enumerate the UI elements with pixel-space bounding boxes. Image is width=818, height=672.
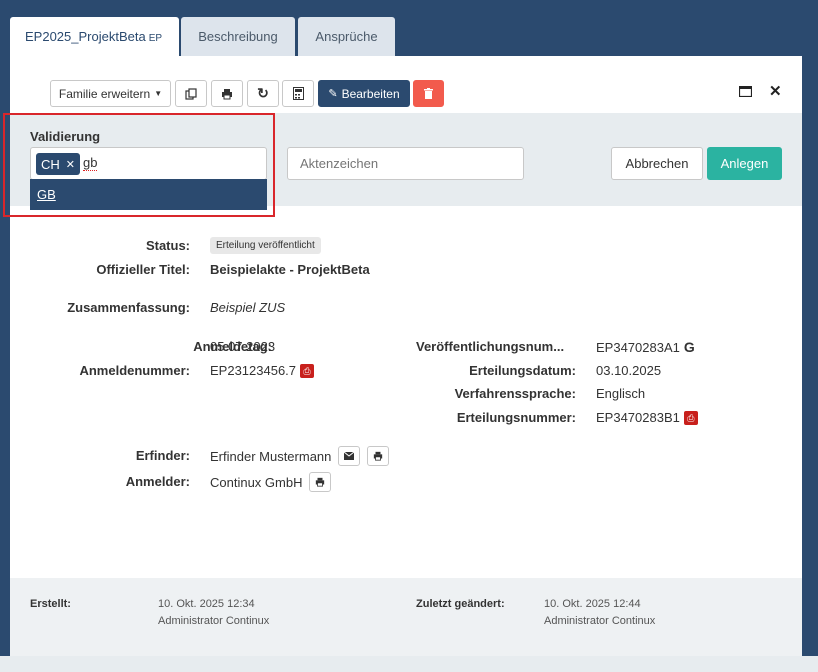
print-icon [374,451,383,461]
created-date: 10. Okt. 2025 12:34 [158,598,255,610]
grant-number-label: Erteilungsnummer: [456,410,576,425]
summary-value: Beispiel ZUS [210,300,286,315]
inventor-wrap: Erfinder Mustermann [210,446,390,466]
language-label: Verfahrenssprache: [454,386,576,401]
created-by: Administrator Continux [158,615,270,627]
print-icon [222,88,232,99]
print-icon [316,477,325,487]
filing-date-value: 05.07.2023 [210,339,276,354]
maximize-icon[interactable] [738,84,753,100]
copy-button[interactable] [175,80,207,107]
inventor-label: Erfinder: [135,448,190,463]
caret-down-icon: ▼ [154,89,163,98]
grant-date-label: Erteilungsdatum: [469,363,576,378]
modified-by: Administrator Continux [544,615,656,627]
grant-number-wrap: EP3470283B1 ⎙ [596,410,698,425]
envelope-icon [344,452,355,460]
pub-number-wrap: EP3470283A1 G [596,339,695,355]
calculator-icon [292,87,304,100]
edit-button[interactable]: ✎ Bearbeiten [318,80,410,107]
print-button[interactable] [211,80,243,107]
edit-icon: ✎ [328,88,338,100]
tab-ansprueche-label: Ansprüche [315,29,378,44]
tab-beschreibung-label: Beschreibung [198,29,278,44]
status-label: Status: [145,238,190,253]
modified-date: 10. Okt. 2025 12:44 [544,598,641,610]
app-number-value: EP23123456.7 [210,363,297,378]
pub-number-label: Veröffentlichungsnum... [416,339,565,354]
inventor-value: Erfinder Mustermann [210,448,332,464]
summary-label: Zusammenfassung: [67,300,190,315]
print-applicant-button[interactable] [309,472,332,492]
metadata-footer [10,578,802,656]
cancel-button[interactable]: Abbrechen [611,147,703,180]
close-icon[interactable]: ✕ [769,82,782,100]
language-value: Englisch [596,386,646,401]
print-inventor-button[interactable] [367,446,390,466]
validation-highlight-box [3,113,275,217]
calculator-button[interactable] [282,80,314,107]
grant-date-value: 03.10.2025 [596,363,662,378]
created-label: Erstellt: [30,598,71,610]
pdf-icon[interactable]: ⎙ [300,363,315,378]
status-value-wrap: Erteilung veröffentlicht [210,237,321,254]
app-number-wrap: EP23123456.7 ⎙ [210,363,315,378]
tab-projekt-suffix: EP [148,33,163,44]
edit-label: Bearbeiten [341,86,400,101]
applicant-label: Anmelder: [125,474,190,489]
app-number-label: Anmeldenummer: [79,363,190,378]
aktenzeichen-input[interactable] [287,147,524,180]
create-button[interactable]: Anlegen [707,147,782,180]
copy-icon [185,87,197,100]
status-badge: Erteilung veröffentlicht [210,237,321,254]
pub-number-value: EP3470283A1 [596,339,680,355]
grant-number-value: EP3470283B1 [596,410,680,425]
tab-projekt[interactable]: EP2025_ProjektBeta EP [10,17,179,57]
family-extend-label: Familie erweitern [58,86,151,101]
applicant-value: Continux GmbH [210,474,303,490]
refresh-icon: ↻ [257,85,269,101]
pdf-icon[interactable]: ⎙ [683,410,698,425]
official-title-value: Beispielakte - ProjektBeta [210,262,370,277]
refresh-button[interactable]: ↻ [247,80,279,107]
delete-button[interactable] [413,80,444,107]
official-title-label: Offizieller Titel: [96,262,190,277]
applicant-wrap: Continux GmbH [210,472,332,492]
google-icon[interactable]: G [684,339,695,355]
trash-icon [424,88,433,99]
family-extend-button[interactable]: Familie erweitern ▼ [50,80,171,107]
modified-label: Zuletzt geändert: [416,598,505,610]
tab-beschreibung[interactable]: Beschreibung [181,17,295,57]
tab-projekt-label: EP2025_ProjektBeta [25,29,146,44]
bottom-strip [0,656,818,672]
tab-ansprueche[interactable]: Ansprüche [298,17,395,57]
mail-button[interactable] [338,446,361,466]
